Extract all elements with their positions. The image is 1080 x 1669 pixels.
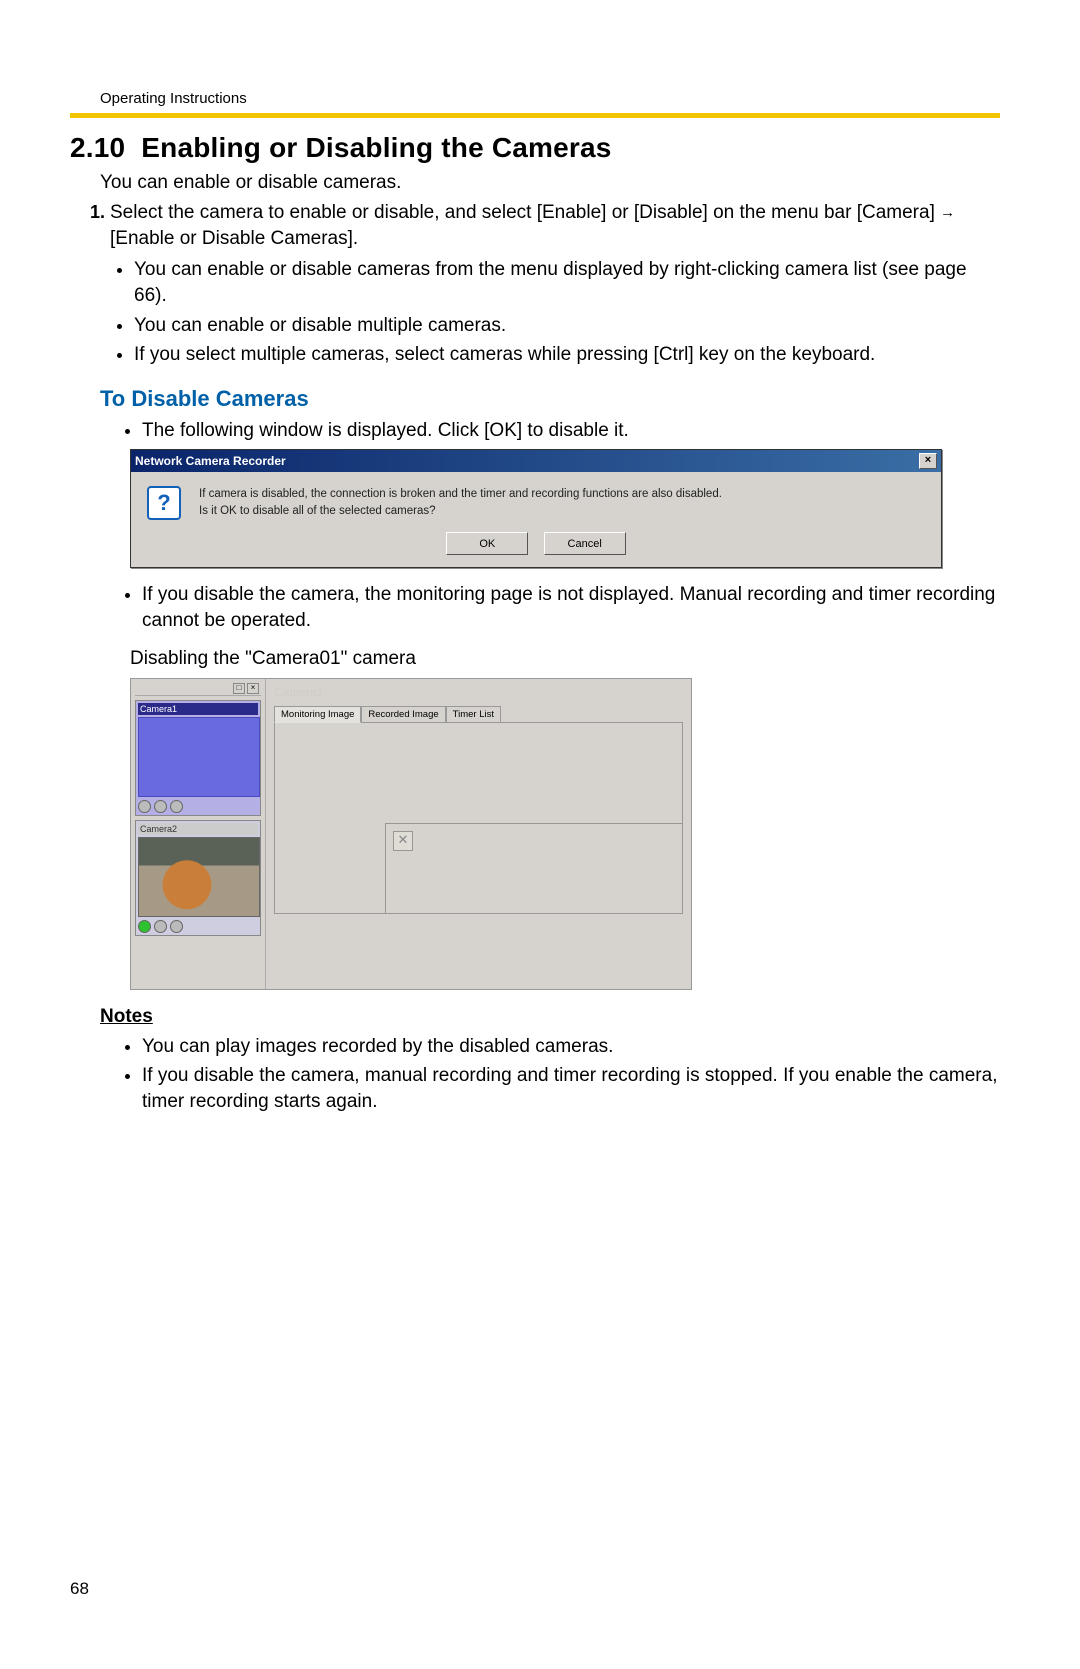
camera-label: Camera2	[138, 823, 258, 835]
camera-thumbnail	[138, 717, 260, 797]
tabs: Monitoring Image Recorded Image Timer Li…	[274, 705, 683, 722]
step-1: Select the camera to enable or disable, …	[110, 200, 1000, 368]
tab-timer[interactable]: Timer List	[446, 706, 501, 723]
steps-list: Select the camera to enable or disable, …	[110, 200, 1000, 368]
bullet: If you select multiple cameras, select c…	[134, 342, 1000, 368]
bullet: You can play images recorded by the disa…	[142, 1034, 1000, 1060]
status-orbs	[138, 800, 258, 813]
pin-icon[interactable]: □	[233, 683, 245, 694]
main-panel: Camera1 Monitoring Image Recorded Image …	[266, 679, 691, 989]
camera-item-2[interactable]: Camera2	[135, 820, 261, 936]
intro-text: You can enable or disable cameras.	[100, 172, 1000, 194]
status-orbs	[138, 920, 258, 933]
tab-monitoring[interactable]: Monitoring Image	[274, 706, 361, 723]
disabled-icon: ✕	[393, 831, 413, 851]
bullet: The following window is displayed. Click…	[142, 418, 1000, 444]
bullet: If you disable the camera, manual record…	[142, 1063, 1000, 1114]
step-1-text-a: Select the camera to enable or disable, …	[110, 202, 935, 223]
camera-title-ghost: Camera1	[274, 685, 683, 699]
bullet-text: If you disable the camera, the monitorin…	[142, 584, 995, 631]
dialog-line: If camera is disabled, the connection is…	[199, 486, 722, 502]
ok-button[interactable]: OK	[446, 532, 528, 555]
close-icon[interactable]: ×	[247, 683, 259, 694]
bullet: You can enable or disable multiple camer…	[134, 313, 1000, 339]
section-title-text: Enabling or Disabling the Cameras	[141, 132, 611, 163]
dialog-message: If camera is disabled, the connection is…	[199, 486, 722, 518]
notes-bullets: You can play images recorded by the disa…	[142, 1034, 1000, 1115]
app-screenshot: □ × Camera1 Camera2 Camera1 Monitoring I…	[130, 678, 692, 990]
camera-list-sidebar: □ × Camera1 Camera2	[131, 679, 266, 989]
confirm-dialog: Network Camera Recorder × If camera is d…	[130, 449, 942, 568]
cancel-button[interactable]: Cancel	[544, 532, 626, 555]
divider-rule	[70, 113, 1000, 118]
camera-label: Camera1	[138, 703, 258, 715]
close-icon[interactable]: ×	[919, 453, 937, 469]
camera-item-1[interactable]: Camera1	[135, 700, 261, 816]
subhead-disable-cameras: To Disable Cameras	[100, 386, 1000, 412]
running-header: Operating Instructions	[100, 90, 1000, 107]
step-1-text-b: [Enable or Disable Cameras].	[110, 228, 358, 249]
section-number: 2.10	[70, 132, 125, 163]
screenshot-caption: Disabling the "Camera01" camera	[130, 648, 1000, 670]
section-title: 2.10 Enabling or Disabling the Cameras	[70, 132, 1000, 164]
disable-bullets-2: If you disable the camera, the monitorin…	[142, 582, 1000, 633]
inner-frame	[385, 823, 682, 913]
bullet: If you disable the camera, the monitorin…	[142, 582, 1000, 633]
step-1-bullets: You can enable or disable cameras from t…	[134, 257, 1000, 368]
camera-thumbnail	[138, 837, 260, 917]
dialog-titlebar: Network Camera Recorder ×	[131, 450, 941, 472]
notes-heading: Notes	[100, 1006, 1000, 1028]
arrow-icon: →	[940, 204, 955, 221]
tab-recorded[interactable]: Recorded Image	[361, 706, 445, 723]
page-number: 68	[70, 1579, 89, 1599]
bullet: You can enable or disable cameras from t…	[134, 257, 1000, 308]
disable-bullets: The following window is displayed. Click…	[142, 418, 1000, 444]
dialog-title: Network Camera Recorder	[135, 454, 286, 468]
content-panel: ✕	[274, 722, 683, 914]
question-icon	[147, 486, 181, 520]
dialog-line: Is it OK to disable all of the selected …	[199, 503, 722, 519]
